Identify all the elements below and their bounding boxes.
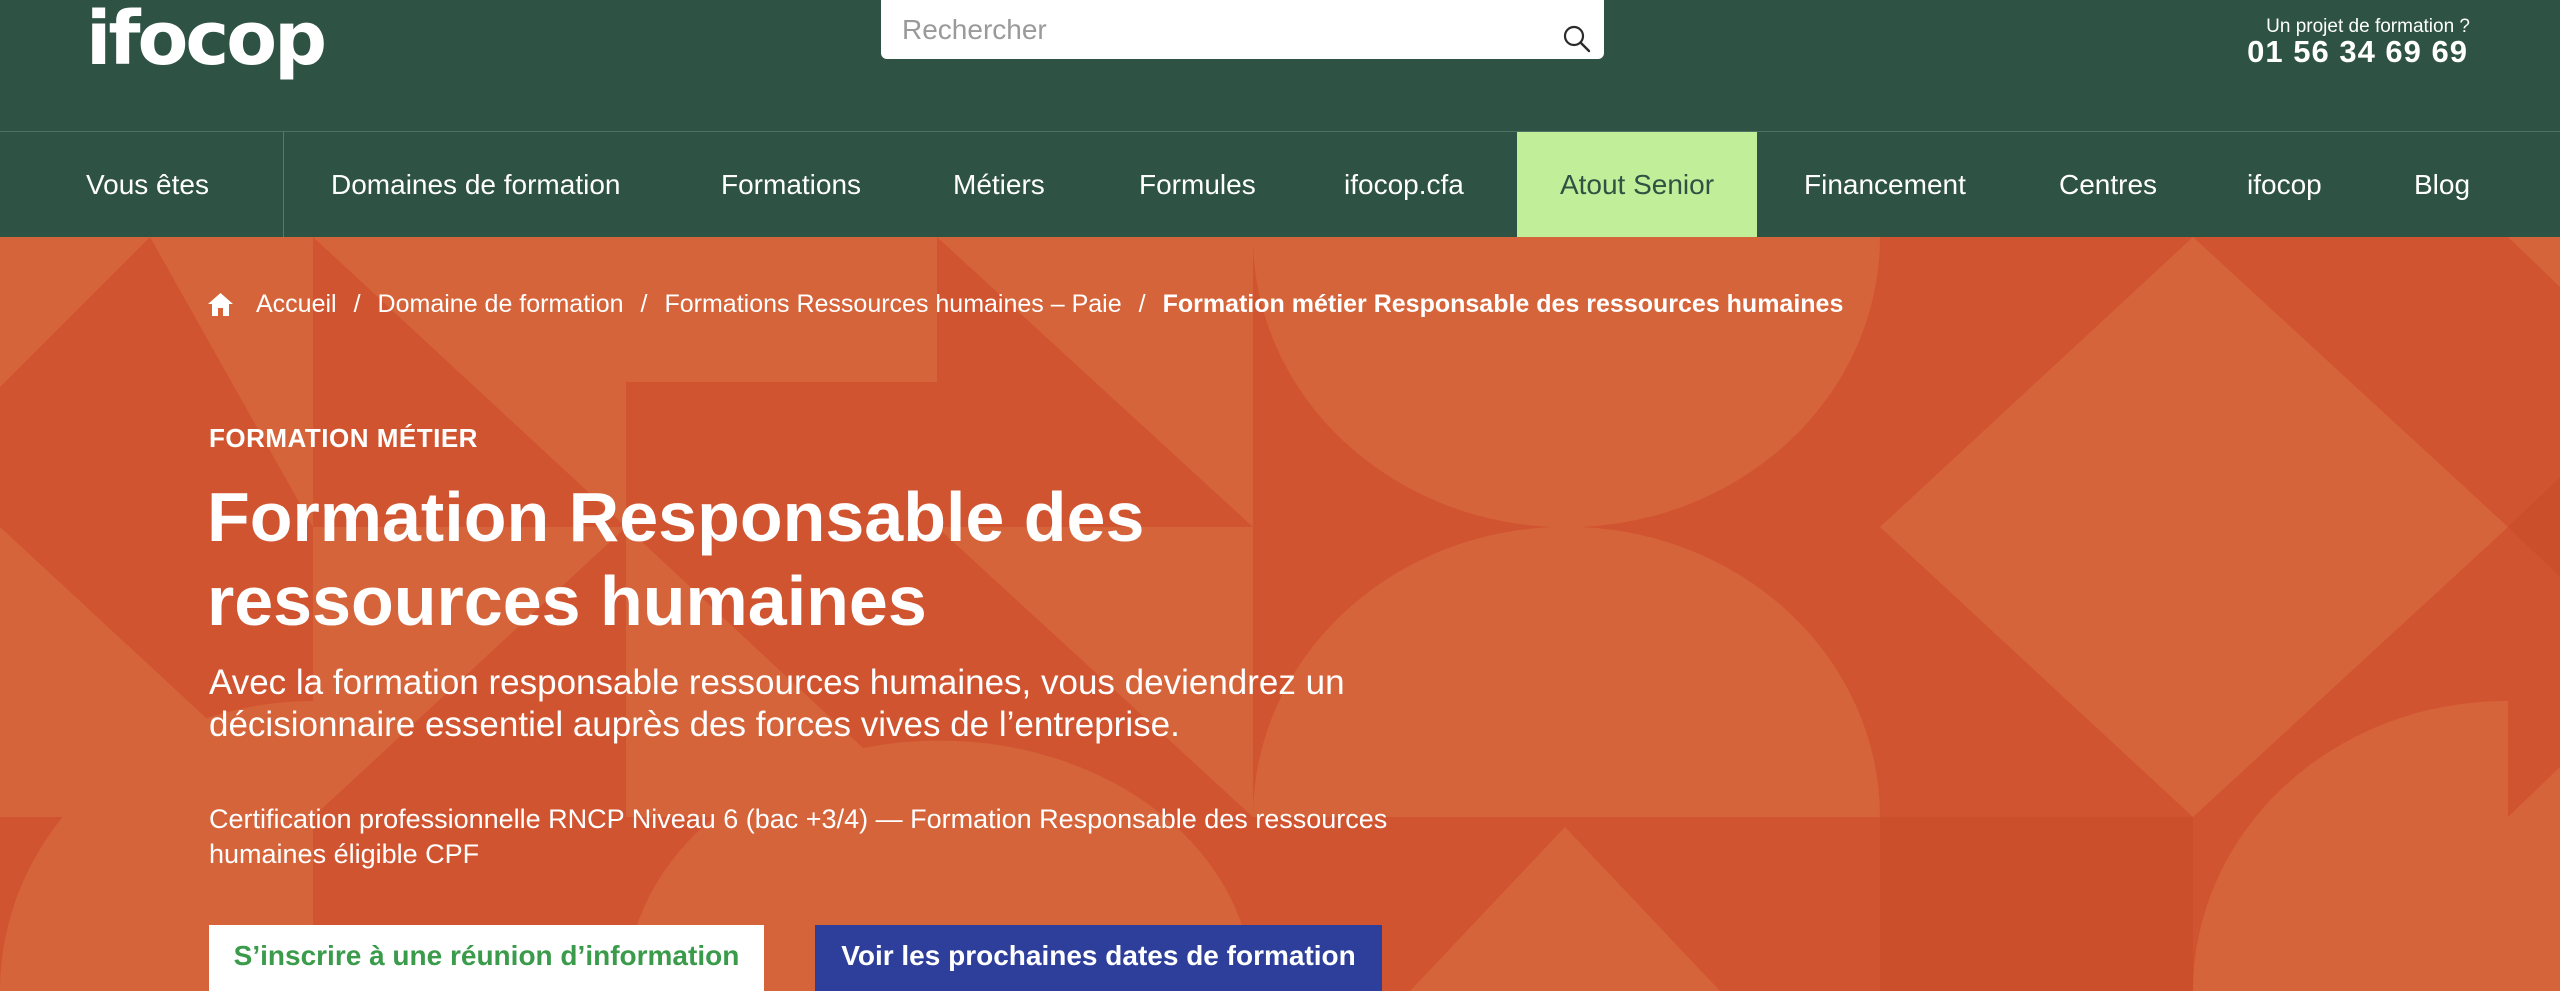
search-box[interactable] <box>881 0 1604 59</box>
main-navigation: Vous êtes Domaines de formation Formatio… <box>0 131 2560 237</box>
nav-item-ifocop[interactable]: ifocop <box>2247 132 2322 237</box>
nav-item-ifocop-cfa[interactable]: ifocop.cfa <box>1344 132 1464 237</box>
nav-item-atout-senior[interactable]: Atout Senior <box>1517 132 1757 237</box>
next-dates-button[interactable]: Voir les prochaines dates de formation <box>815 925 1382 991</box>
top-header: ifocop Un projet de formation ? 01 56 34… <box>0 0 2560 131</box>
certification-text: Certification professionnelle RNCP Nivea… <box>209 804 1388 869</box>
nav-item-vous-etes[interactable]: Vous êtes <box>86 132 209 237</box>
search-icon[interactable] <box>1562 24 1592 54</box>
search-input[interactable] <box>881 0 1541 59</box>
nav-item-formules[interactable]: Formules <box>1139 132 1256 237</box>
nav-item-domaines-de-formation[interactable]: Domaines de formation <box>331 132 620 237</box>
breadcrumb-item-formations-rh-paie[interactable]: Formations Ressources humaines – Paie <box>664 290 1121 319</box>
page-title: Formation Responsable des ressources hum… <box>207 478 1145 640</box>
nav-item-formations[interactable]: Formations <box>721 132 861 237</box>
nav-item-financement[interactable]: Financement <box>1804 132 1966 237</box>
breadcrumb: Accueil / Domaine de formation / Formati… <box>207 287 1843 321</box>
contact-phone[interactable]: 01 56 34 69 69 <box>2247 34 2468 70</box>
breadcrumb-separator: / <box>353 289 361 318</box>
hero-subtitle: Avec la formation responsable ressources… <box>209 663 1345 744</box>
nav-item-metiers[interactable]: Métiers <box>953 132 1045 237</box>
breadcrumb-item-accueil[interactable]: Accueil <box>256 290 337 319</box>
nav-divider <box>283 132 284 237</box>
ifocop-logo[interactable]: ifocop <box>86 0 327 78</box>
nav-item-blog[interactable]: Blog <box>2414 132 2470 237</box>
register-info-meeting-button[interactable]: S’inscrire à une réunion d’information <box>209 925 764 991</box>
nav-item-centres[interactable]: Centres <box>2059 132 2157 237</box>
home-icon[interactable] <box>207 292 234 317</box>
breadcrumb-item-current: Formation métier Responsable des ressour… <box>1162 289 1844 318</box>
breadcrumb-item-domaine-de-formation[interactable]: Domaine de formation <box>378 290 624 319</box>
breadcrumb-separator: / <box>1138 289 1146 318</box>
breadcrumb-separator: / <box>640 289 648 318</box>
hero-banner: Accueil / Domaine de formation / Formati… <box>0 237 2560 991</box>
formation-kicker: FORMATION MÉTIER <box>209 423 478 453</box>
